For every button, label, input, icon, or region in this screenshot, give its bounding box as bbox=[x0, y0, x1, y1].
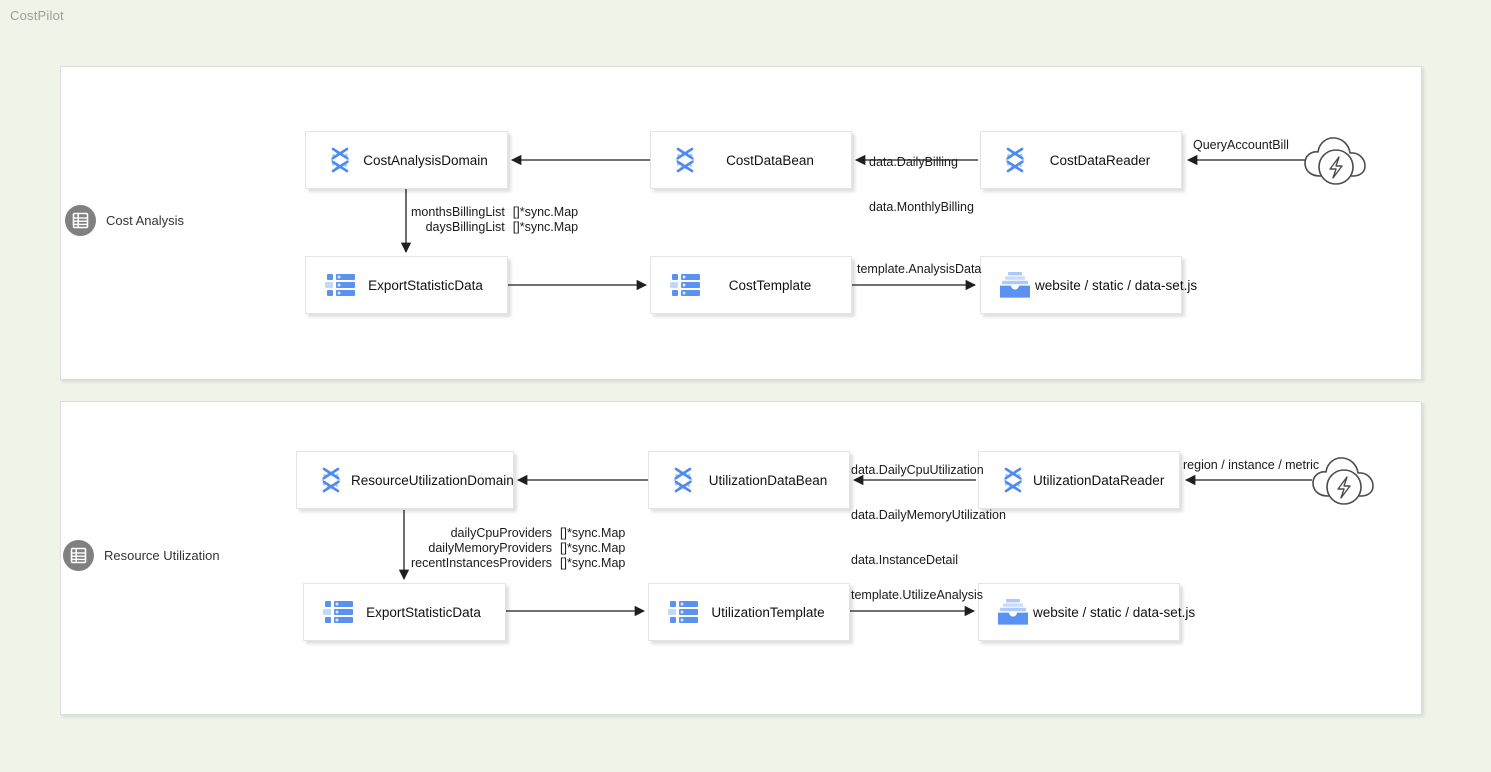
node-cost-data-reader[interactable]: CostDataReader bbox=[980, 131, 1182, 189]
edge-label-line: data.InstanceDetail bbox=[851, 553, 959, 567]
edge-label-template-analysis: template.AnalysisData bbox=[857, 262, 982, 276]
list-rows-icon bbox=[669, 269, 701, 301]
edge-label-key: dailyMemoryProviders bbox=[428, 541, 553, 555]
edge-label-value: []*sync.Map bbox=[560, 556, 626, 570]
edge-label-line: data.DailyCpuUtilization bbox=[851, 463, 984, 477]
node-label: CostDataBean bbox=[726, 152, 814, 168]
atom-icon bbox=[669, 144, 701, 176]
tray-icon bbox=[999, 269, 1031, 301]
node-label: ExportStatisticData bbox=[366, 604, 481, 620]
atom-icon bbox=[999, 144, 1031, 176]
node-label: ExportStatisticData bbox=[368, 277, 483, 293]
group-cost-analysis bbox=[60, 66, 1422, 380]
atom-icon bbox=[324, 144, 356, 176]
node-label: website / static / data-set.js bbox=[1035, 277, 1198, 293]
node-label: CostDataReader bbox=[1049, 152, 1151, 168]
node-utilization-template[interactable]: UtilizationTemplate bbox=[648, 583, 850, 641]
table-grid-icon bbox=[63, 540, 94, 571]
edge-label-line: data.DailyMemoryUtilization bbox=[851, 508, 1006, 522]
edge-label-query-account-bill: QueryAccountBill bbox=[1193, 138, 1289, 152]
edge-label-line: data.DailyBilling bbox=[869, 155, 958, 169]
list-rows-icon bbox=[324, 269, 356, 301]
edge-label-billing-data: data.DailyBilling data.MonthlyBilling bbox=[869, 125, 974, 245]
group-badge-cost-analysis: Cost Analysis bbox=[65, 205, 184, 236]
group-label: Resource Utilization bbox=[104, 548, 220, 563]
node-utilization-data-bean[interactable]: UtilizationDataBean bbox=[648, 451, 850, 509]
node-export-statistic-data-util[interactable]: ExportStatisticData bbox=[303, 583, 506, 641]
edge-label-value: []*sync.Map bbox=[512, 205, 579, 219]
node-cost-template[interactable]: CostTemplate bbox=[650, 256, 852, 314]
node-label: CostTemplate bbox=[728, 277, 812, 293]
node-export-statistic-data-cost[interactable]: ExportStatisticData bbox=[305, 256, 508, 314]
list-rows-icon bbox=[322, 596, 354, 628]
node-label: UtilizationTemplate bbox=[711, 604, 825, 620]
node-label: UtilizationDataBean bbox=[708, 472, 828, 488]
diagram-canvas: CostPilot Cost Analysis Resource Utiliza… bbox=[0, 0, 1491, 772]
node-cost-output-file[interactable]: website / static / data-set.js bbox=[980, 256, 1197, 314]
edge-label-key: monthsBillingList bbox=[411, 205, 505, 219]
node-label: CostAnalysisDomain bbox=[363, 152, 488, 168]
edge-label-key: dailyCpuProviders bbox=[450, 526, 553, 540]
group-badge-resource-utilization: Resource Utilization bbox=[63, 540, 220, 571]
table-grid-icon bbox=[65, 205, 96, 236]
atom-icon bbox=[315, 464, 347, 496]
list-rows-icon bbox=[667, 596, 699, 628]
atom-icon bbox=[667, 464, 699, 496]
cloud-bolt-icon-cost bbox=[1300, 130, 1372, 192]
edge-label-months-billing: monthsBillingList []*sync.Map daysBillin… bbox=[411, 205, 578, 235]
group-label: Cost Analysis bbox=[106, 213, 185, 228]
edge-label-key: recentInstancesProviders bbox=[411, 556, 553, 570]
node-utilization-data-reader[interactable]: UtilizationDataReader bbox=[978, 451, 1180, 509]
tray-icon bbox=[997, 596, 1029, 628]
edge-label-value: []*sync.Map bbox=[512, 220, 579, 234]
edge-label-value: []*sync.Map bbox=[560, 541, 626, 555]
edge-label-providers: dailyCpuProviders []*sync.Map dailyMemor… bbox=[411, 526, 625, 571]
node-label: website / static / data-set.js bbox=[1033, 604, 1196, 620]
node-label: ResourceUtilizationDomain bbox=[351, 472, 514, 488]
group-resource-utilization bbox=[60, 401, 1422, 715]
edge-label-region-instance-metric: region / instance / metric bbox=[1183, 458, 1320, 472]
node-cost-data-bean[interactable]: CostDataBean bbox=[650, 131, 852, 189]
edge-label-value: []*sync.Map bbox=[560, 526, 626, 540]
node-cost-analysis-domain[interactable]: CostAnalysisDomain bbox=[305, 131, 508, 189]
edge-label-template-utilize: template.UtilizeAnalysis bbox=[851, 588, 983, 602]
node-resource-utilization-domain[interactable]: ResourceUtilizationDomain bbox=[296, 451, 514, 509]
edge-label-line: data.MonthlyBilling bbox=[869, 200, 974, 214]
node-util-output-file[interactable]: website / static / data-set.js bbox=[978, 583, 1195, 641]
app-title: CostPilot bbox=[10, 8, 64, 23]
edge-label-key: daysBillingList bbox=[425, 220, 505, 234]
node-label: UtilizationDataReader bbox=[1033, 472, 1165, 488]
edge-label-utilization-data: data.DailyCpuUtilization data.DailyMemor… bbox=[851, 433, 1006, 598]
